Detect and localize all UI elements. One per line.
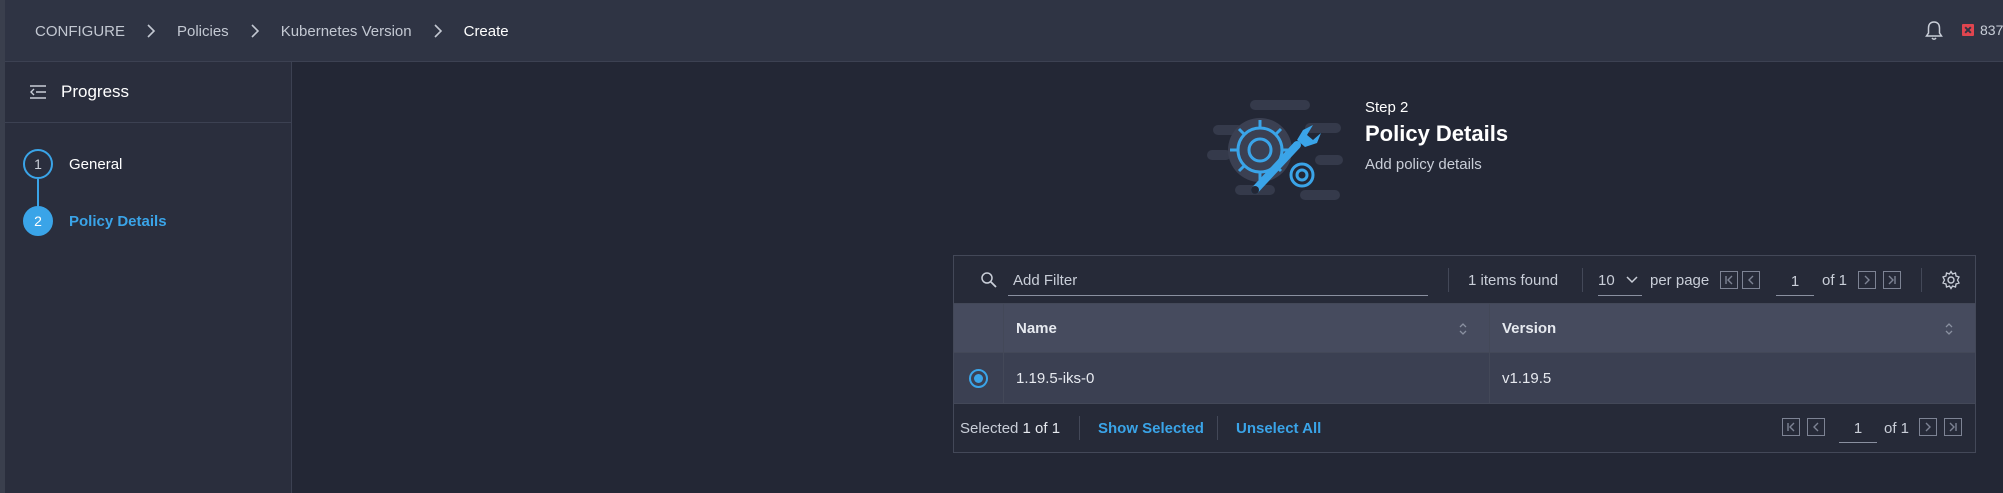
selected-prefix: Selected: [960, 420, 1019, 437]
gear-icon[interactable]: [1941, 270, 1961, 290]
breadcrumb: CONFIGURE Policies Kubernetes Version Cr…: [35, 21, 509, 41]
step-policy-details[interactable]: 2 Policy Details: [23, 206, 167, 236]
alarm-icon: [1962, 24, 1974, 36]
breadcrumb-create: Create: [463, 22, 509, 40]
unselect-all-button[interactable]: Unselect All: [1236, 420, 1321, 437]
items-found-label: 1 items found: [1468, 272, 1559, 289]
filter-input[interactable]: [1008, 266, 1428, 296]
divider: [1079, 416, 1080, 440]
selection-summary: Selected 1 of 1: [960, 420, 1060, 437]
breadcrumb-policies[interactable]: Policies: [177, 23, 229, 40]
progress-header: Progress: [5, 62, 291, 123]
divider: [1448, 268, 1449, 292]
page-subtitle: Add policy details: [1365, 156, 1482, 173]
first-page-icon: [1725, 275, 1733, 285]
breadcrumb-kubernetes-version[interactable]: Kubernetes Version: [281, 23, 412, 40]
divider: [1003, 304, 1004, 353]
column-header-name[interactable]: Name: [1016, 304, 1057, 353]
next-page-button[interactable]: [1858, 271, 1876, 289]
last-page-icon: [1949, 422, 1957, 432]
last-page-icon: [1888, 275, 1896, 285]
page-number-input[interactable]: 1: [1839, 413, 1877, 443]
step-number-label: Step 2: [1365, 99, 1409, 116]
versions-table: 1 items found 10 per page 1 of 1 Name: [953, 255, 1976, 453]
per-page-value: 10: [1598, 272, 1615, 289]
step-general[interactable]: 1 General: [23, 149, 122, 179]
first-page-button[interactable]: [1782, 418, 1800, 436]
chevron-down-icon: [1626, 276, 1638, 284]
top-bar: CONFIGURE Policies Kubernetes Version Cr…: [5, 0, 2003, 62]
table-footer: Selected 1 of 1 Show Selected Unselect A…: [954, 404, 1975, 452]
selected-count: 1 of 1: [1022, 420, 1061, 437]
first-page-icon: [1787, 422, 1795, 432]
divider: [1489, 304, 1490, 353]
show-selected-button[interactable]: Show Selected: [1098, 420, 1204, 437]
prev-page-button[interactable]: [1807, 418, 1825, 436]
chevron-right-icon: [141, 21, 161, 41]
chevron-right-icon: [428, 21, 448, 41]
page-count-label: of 1: [1822, 272, 1848, 289]
step-label: General: [69, 155, 123, 173]
divider: [1489, 353, 1490, 404]
chevron-right-icon: [1925, 422, 1931, 432]
page-count-label: of 1: [1884, 420, 1910, 437]
chevron-left-icon: [1748, 275, 1754, 285]
step-number: 2: [23, 206, 53, 236]
search-icon: [981, 272, 997, 288]
per-page-label: per page: [1650, 272, 1710, 289]
chevron-right-icon: [1864, 275, 1870, 285]
cell-version: v1.19.5: [1502, 370, 1552, 387]
divider: [1003, 353, 1004, 404]
bell-icon[interactable]: [1924, 20, 1944, 42]
column-header-version[interactable]: Version: [1502, 304, 1556, 353]
per-page-select[interactable]: 10: [1598, 266, 1642, 296]
breadcrumb-configure[interactable]: CONFIGURE: [35, 23, 125, 40]
cell-name: 1.19.5-iks-0: [1016, 370, 1095, 387]
table-header: Name Version: [954, 304, 1975, 353]
progress-sidebar: Progress 1 General 2 Policy Details: [5, 62, 292, 493]
table-row[interactable]: 1.19.5-iks-0 v1.19.5: [954, 353, 1975, 404]
gear-wrench-icon: [1207, 100, 1343, 200]
sort-icon[interactable]: [1458, 321, 1468, 337]
prev-page-button[interactable]: [1742, 271, 1760, 289]
step-label: Policy Details: [69, 212, 167, 230]
sort-icon[interactable]: [1944, 321, 1954, 337]
divider: [1921, 268, 1922, 292]
alarm-count: 837: [1980, 22, 2003, 38]
radio-selected-dot: [974, 374, 983, 383]
row-select-radio[interactable]: [969, 369, 988, 388]
collapse-menu-icon[interactable]: [29, 84, 47, 100]
divider: [1582, 268, 1583, 292]
progress-title: Progress: [61, 82, 130, 101]
page-number-input[interactable]: 1: [1776, 266, 1814, 296]
critical-alarms-badge[interactable]: 837: [1962, 22, 2003, 38]
first-page-button[interactable]: [1720, 271, 1738, 289]
last-page-button[interactable]: [1883, 271, 1901, 289]
chevron-right-icon: [245, 21, 265, 41]
next-page-button[interactable]: [1919, 418, 1937, 436]
last-page-button[interactable]: [1944, 418, 1962, 436]
table-toolbar: 1 items found 10 per page 1 of 1: [954, 256, 1975, 304]
divider: [1217, 416, 1218, 440]
page-title: Policy Details: [1365, 121, 1509, 146]
step-number: 1: [23, 149, 53, 179]
chevron-left-icon: [1813, 422, 1819, 432]
